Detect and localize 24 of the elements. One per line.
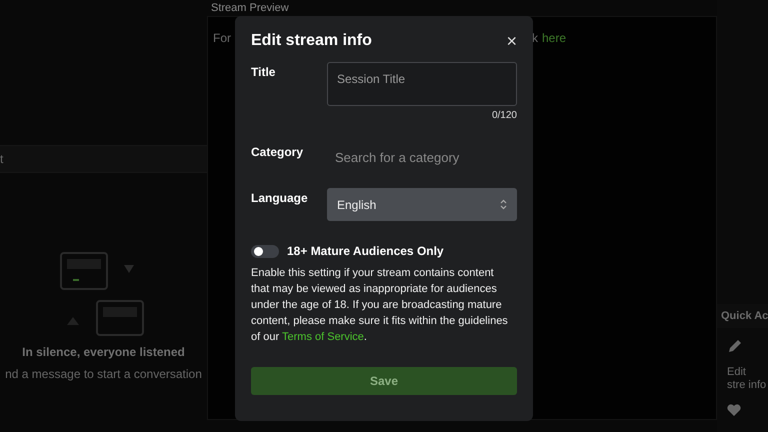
language-select[interactable]: English: [327, 188, 517, 221]
pencil-icon[interactable]: [727, 338, 743, 354]
preview-link[interactable]: here: [542, 31, 566, 45]
empty-chat-hint: nd a message to start a conversation: [5, 367, 202, 381]
preview-note: k: [532, 31, 538, 45]
category-search-field[interactable]: Search for a category: [327, 142, 517, 172]
mature-toggle[interactable]: [251, 244, 279, 258]
preview-title: Stream Preview: [210, 1, 290, 16]
dialog-title: Edit stream info: [251, 32, 372, 50]
field-label: Title: [251, 64, 276, 79]
preview-note: For: [213, 31, 231, 45]
toggle-label: 18+ Mature Audiences Only: [287, 244, 444, 258]
chat-header: t: [0, 145, 207, 173]
character-counter: 0/120: [492, 110, 517, 121]
mature-description: Enable this setting if your stream contains content that may be viewed as inappropriate for audiences under the age of 18. If you are broadcasting mature content, please make sure it fits within the guidelines of our Terms of Service.: [251, 266, 509, 345]
quick-action-label[interactable]: Edit stre info: [727, 366, 767, 392]
terms-link[interactable]: Terms of Service: [282, 331, 364, 343]
heart-icon[interactable]: [727, 404, 741, 416]
field-label: Language: [251, 190, 309, 205]
title-field[interactable]: Session Title: [327, 62, 517, 106]
empty-chat-title: In silence, everyone listened: [22, 345, 185, 359]
field-label: Category: [251, 144, 304, 159]
chevron-updown-icon: [500, 199, 507, 210]
close-button[interactable]: ×: [506, 32, 517, 50]
